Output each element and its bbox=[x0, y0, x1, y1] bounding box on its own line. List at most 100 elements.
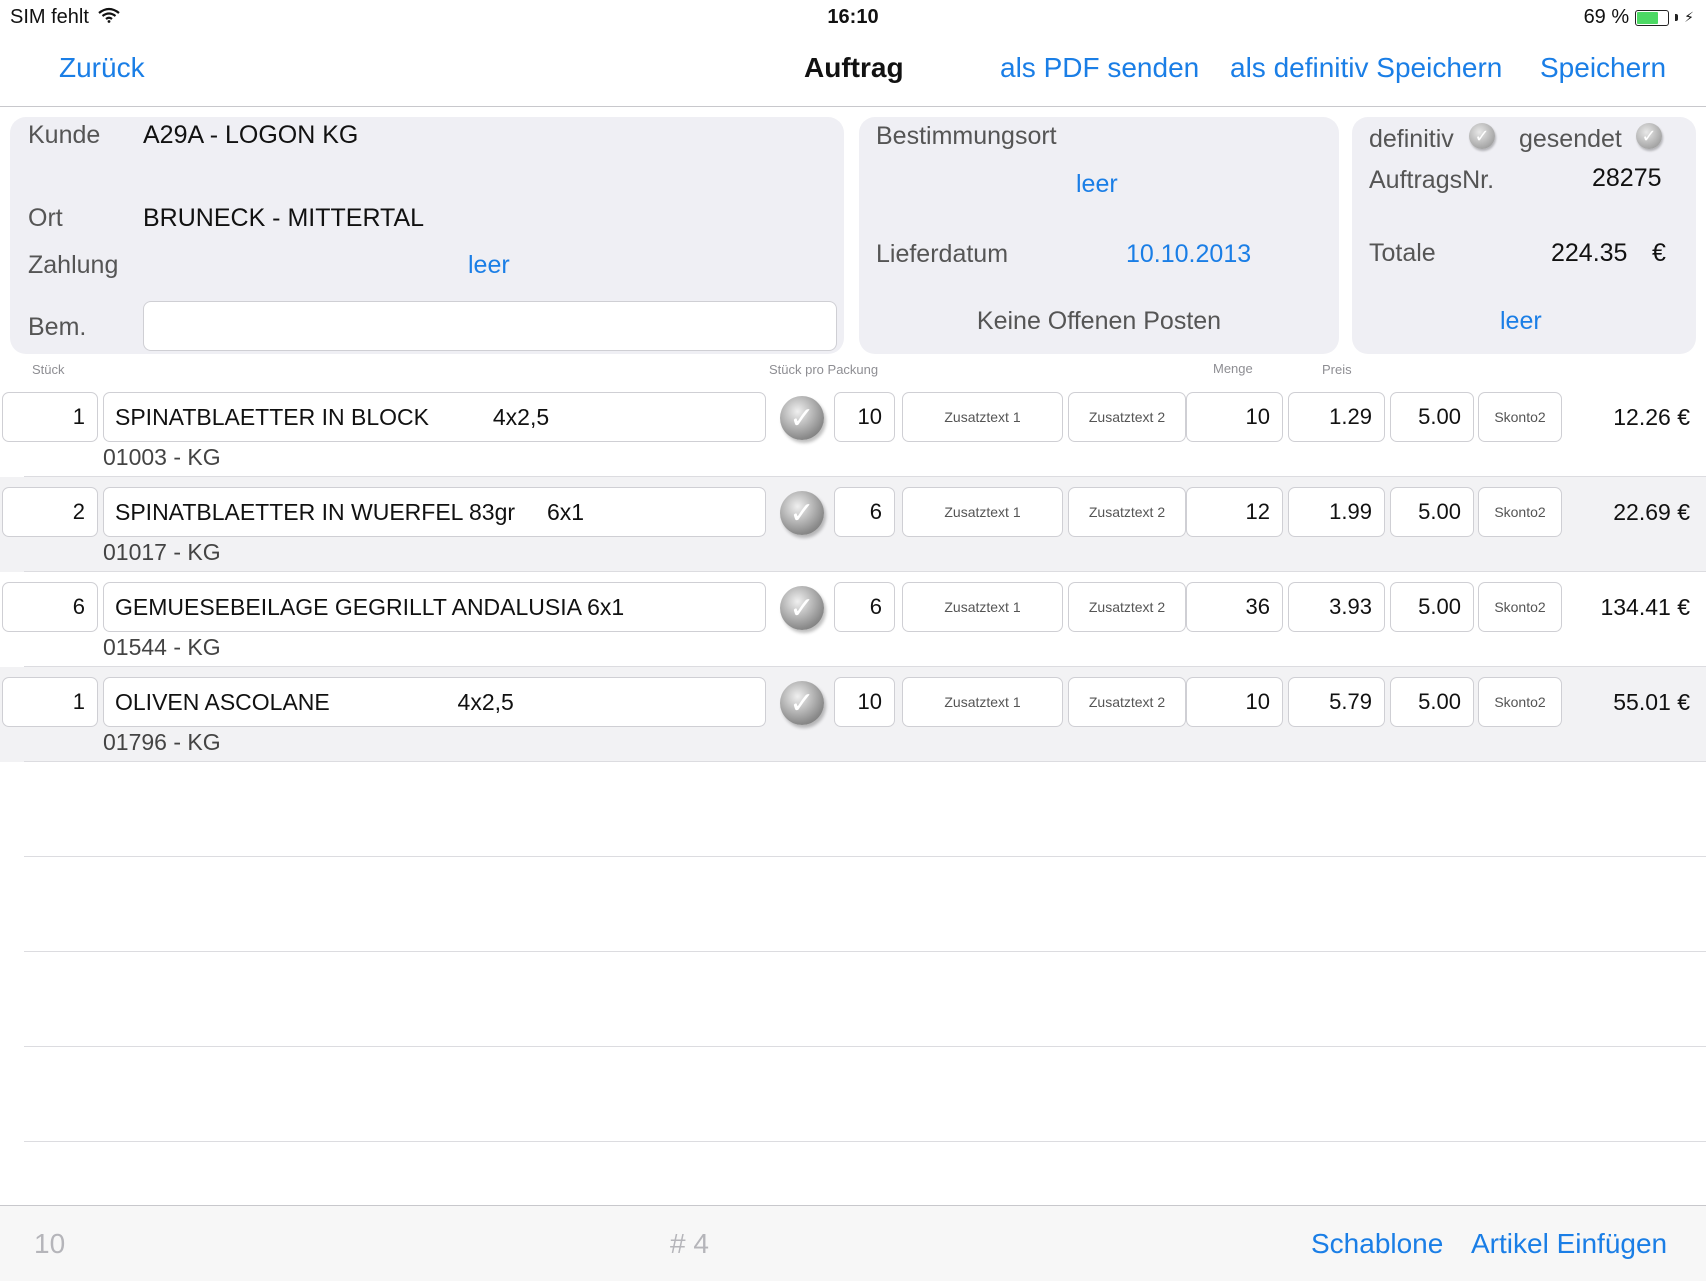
column-header-pack: Stück pro Packung bbox=[769, 362, 879, 377]
menge-field[interactable]: 10 bbox=[1186, 392, 1283, 442]
table-row: 6 GEMUESEBEILAGE GEGRILLT ANDALUSIA 6x1 … bbox=[0, 572, 1706, 667]
article-code: 01017 - KG bbox=[103, 539, 221, 565]
menge-field[interactable]: 10 bbox=[1186, 677, 1283, 727]
row-divider bbox=[24, 951, 1706, 952]
menge-field[interactable]: 36 bbox=[1186, 582, 1283, 632]
rabatt-field[interactable]: 5.00 bbox=[1390, 677, 1474, 727]
zahlung-link[interactable]: leer bbox=[468, 251, 510, 280]
rabatt-field[interactable]: 5.00 bbox=[1390, 487, 1474, 537]
article-code: 01003 - KG bbox=[103, 444, 221, 470]
customer-panel: Kunde A29A - LOGON KG Ort BRUNECK - MITT… bbox=[10, 117, 844, 354]
table-row: 1 OLIVEN ASCOLANE 4x2,5 ✓ 10 Zusatztext … bbox=[0, 667, 1706, 762]
table-row: 1 SPINATBLAETTER IN BLOCK 4x2,5 ✓ 10 Zus… bbox=[0, 392, 1706, 487]
footer-position: # 4 bbox=[670, 1228, 709, 1259]
lieferdatum-link[interactable]: 10.10.2013 bbox=[1126, 240, 1251, 269]
gesendet-check-icon[interactable]: ✓ bbox=[1636, 123, 1662, 149]
navigation-bar: Zurück Auftrag als PDF senden als defini… bbox=[0, 34, 1706, 107]
skonto-button[interactable]: Skonto2 bbox=[1478, 677, 1562, 727]
order-extra-link[interactable]: leer bbox=[1500, 307, 1542, 336]
pack-field[interactable]: 10 bbox=[834, 392, 895, 442]
artikel-einfuegen-button[interactable]: Artikel Einfügen bbox=[1471, 1228, 1667, 1260]
status-bar: SIM fehlt 16:10 69 % ⚡ bbox=[0, 0, 1706, 34]
article-code: 01544 - KG bbox=[103, 634, 221, 660]
zusatztext2-button[interactable]: Zusatztext 2 bbox=[1068, 677, 1186, 727]
zusatztext2-button[interactable]: Zusatztext 2 bbox=[1068, 582, 1186, 632]
zusatztext1-button[interactable]: Zusatztext 1 bbox=[902, 582, 1063, 632]
order-panel: definitiv ✓ gesendet ✓ AuftragsNr. 28275… bbox=[1352, 117, 1696, 354]
delivery-panel: Bestimmungsort leer Lieferdatum 10.10.20… bbox=[859, 117, 1339, 354]
auftragsnr-value: 28275 bbox=[1592, 164, 1662, 192]
kunde-label: Kunde bbox=[28, 121, 101, 149]
column-header-stueck: Stück bbox=[32, 362, 65, 377]
definitiv-check-icon[interactable]: ✓ bbox=[1469, 123, 1495, 149]
bottom-toolbar: 10 # 4 Schablone Artikel Einfügen bbox=[0, 1205, 1706, 1281]
row-total: 22.69 € bbox=[1613, 499, 1690, 525]
row-divider bbox=[24, 856, 1706, 857]
qty-field[interactable]: 1 bbox=[2, 677, 98, 727]
clock: 16:10 bbox=[827, 6, 879, 28]
row-divider bbox=[24, 1141, 1706, 1142]
zusatztext2-button[interactable]: Zusatztext 2 bbox=[1068, 487, 1186, 537]
column-header-preis: Preis bbox=[1322, 362, 1352, 377]
zusatztext2-button[interactable]: Zusatztext 2 bbox=[1068, 392, 1186, 442]
qty-field[interactable]: 2 bbox=[2, 487, 98, 537]
offene-posten-text[interactable]: Keine Offenen Posten bbox=[859, 307, 1339, 336]
row-divider bbox=[24, 1046, 1706, 1047]
check-icon[interactable]: ✓ bbox=[780, 681, 824, 725]
table-row: 2 SPINATBLAETTER IN WUERFEL 83gr 6x1 ✓ 6… bbox=[0, 477, 1706, 572]
back-button[interactable]: Zurück bbox=[59, 52, 145, 84]
row-divider bbox=[24, 761, 1706, 762]
row-total: 12.26 € bbox=[1613, 404, 1690, 430]
ort-value: BRUNECK - MITTERTAL bbox=[143, 204, 425, 232]
row-total: 134.41 € bbox=[1600, 594, 1690, 620]
battery-icon bbox=[1635, 9, 1670, 26]
zusatztext1-button[interactable]: Zusatztext 1 bbox=[902, 487, 1063, 537]
check-icon[interactable]: ✓ bbox=[780, 491, 824, 535]
skonto-button[interactable]: Skonto2 bbox=[1478, 392, 1562, 442]
check-icon[interactable]: ✓ bbox=[780, 586, 824, 630]
check-icon[interactable]: ✓ bbox=[780, 396, 824, 440]
totale-currency: € bbox=[1652, 239, 1666, 267]
preis-field[interactable]: 3.93 bbox=[1288, 582, 1385, 632]
rabatt-field[interactable]: 5.00 bbox=[1390, 582, 1474, 632]
auftragsnr-label: AuftragsNr. bbox=[1369, 166, 1495, 194]
ort-label: Ort bbox=[28, 204, 63, 232]
totale-label: Totale bbox=[1369, 239, 1436, 267]
pack-field[interactable]: 6 bbox=[834, 487, 895, 537]
save-definitive-button[interactable]: als definitiv Speichern bbox=[1230, 52, 1502, 84]
send-pdf-button[interactable]: als PDF senden bbox=[1000, 52, 1199, 84]
save-button[interactable]: Speichern bbox=[1540, 52, 1666, 84]
charging-icon: ⚡ bbox=[1684, 9, 1694, 25]
preis-field[interactable]: 1.29 bbox=[1288, 392, 1385, 442]
skonto-button[interactable]: Skonto2 bbox=[1478, 582, 1562, 632]
gesendet-label: gesendet bbox=[1519, 125, 1622, 153]
article-name-field[interactable]: OLIVEN ASCOLANE 4x2,5 bbox=[103, 677, 766, 727]
qty-field[interactable]: 6 bbox=[2, 582, 98, 632]
qty-field[interactable]: 1 bbox=[2, 392, 98, 442]
schablone-button[interactable]: Schablone bbox=[1311, 1228, 1443, 1260]
zahlung-label: Zahlung bbox=[28, 251, 119, 279]
rabatt-field[interactable]: 5.00 bbox=[1390, 392, 1474, 442]
preis-field[interactable]: 1.99 bbox=[1288, 487, 1385, 537]
lieferdatum-label: Lieferdatum bbox=[876, 240, 1009, 268]
pack-field[interactable]: 6 bbox=[834, 582, 895, 632]
menge-field[interactable]: 12 bbox=[1186, 487, 1283, 537]
totale-value: 224.35 bbox=[1551, 239, 1628, 267]
footer-count: 10 bbox=[34, 1228, 66, 1259]
pack-field[interactable]: 10 bbox=[834, 677, 895, 727]
article-code: 01796 - KG bbox=[103, 729, 221, 755]
article-name-field[interactable]: GEMUESEBEILAGE GEGRILLT ANDALUSIA 6x1 bbox=[103, 582, 766, 632]
article-name-field[interactable]: SPINATBLAETTER IN WUERFEL 83gr 6x1 bbox=[103, 487, 766, 537]
kunde-value[interactable]: A29A - LOGON KG bbox=[143, 121, 358, 150]
zusatztext1-button[interactable]: Zusatztext 1 bbox=[902, 677, 1063, 727]
skonto-button[interactable]: Skonto2 bbox=[1478, 487, 1562, 537]
bestimmungsort-link[interactable]: leer bbox=[1076, 170, 1118, 199]
row-total: 55.01 € bbox=[1613, 689, 1690, 715]
bem-label: Bem. bbox=[28, 313, 87, 341]
definitiv-label: definitiv bbox=[1369, 125, 1454, 153]
preis-field[interactable]: 5.79 bbox=[1288, 677, 1385, 727]
page-title: Auftrag bbox=[804, 52, 904, 83]
bem-input[interactable] bbox=[143, 301, 837, 351]
zusatztext1-button[interactable]: Zusatztext 1 bbox=[902, 392, 1063, 442]
article-name-field[interactable]: SPINATBLAETTER IN BLOCK 4x2,5 bbox=[103, 392, 766, 442]
